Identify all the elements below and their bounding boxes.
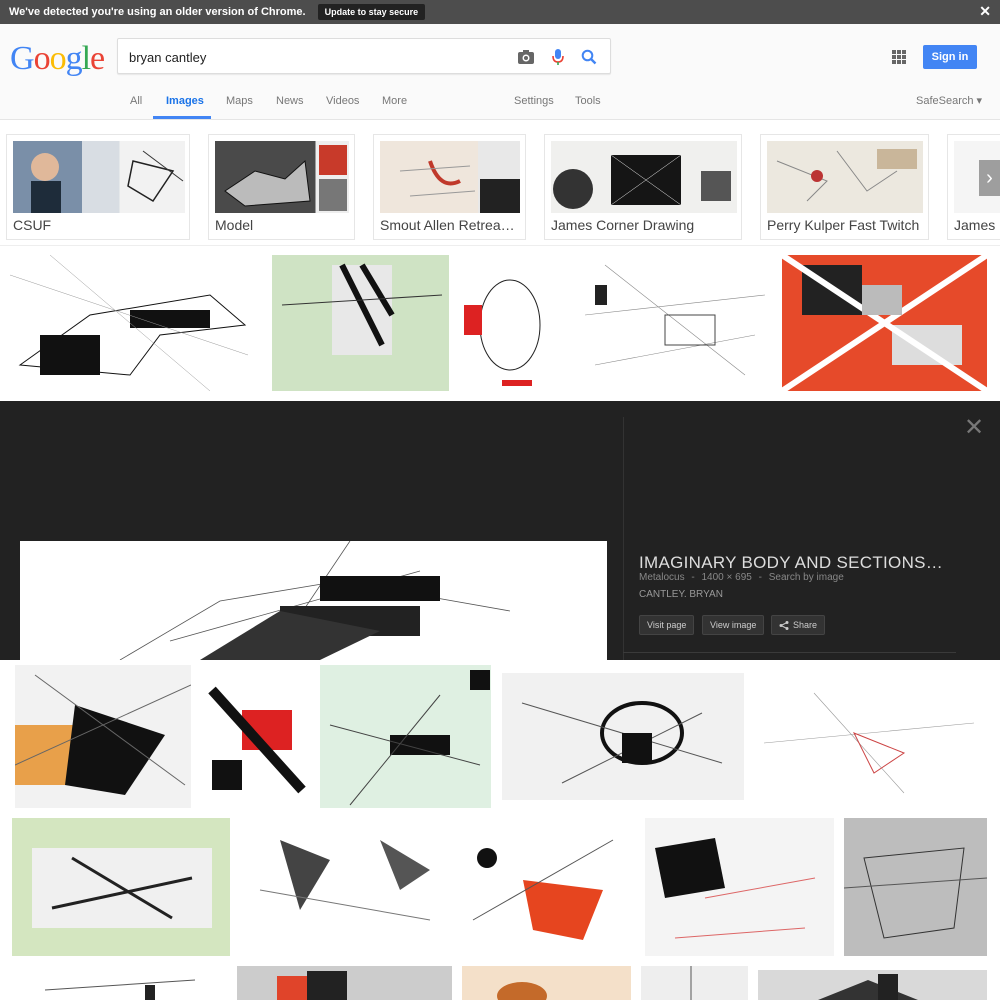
image-result[interactable] bbox=[645, 818, 834, 956]
active-tab-indicator bbox=[153, 116, 211, 119]
preview-dimensions: 1400 × 695 bbox=[701, 572, 752, 583]
logo-letter: G bbox=[10, 40, 35, 77]
microphone-icon[interactable] bbox=[548, 47, 568, 67]
logo-letter: g bbox=[65, 40, 83, 77]
image-preview-panel: ✕ IMAGINARY BODY AND SECTIONS… Metalocus… bbox=[0, 401, 1000, 660]
tab-videos[interactable]: Videos bbox=[326, 95, 359, 107]
close-icon[interactable]: ✕ bbox=[964, 413, 984, 442]
tools-link[interactable]: Tools bbox=[575, 95, 601, 107]
google-logo[interactable]: Google bbox=[10, 40, 105, 78]
related-chip[interactable]: CSUF bbox=[6, 134, 190, 240]
preview-meta: Metalocus - 1400 × 695 - Search by image bbox=[639, 572, 848, 583]
image-result[interactable] bbox=[462, 270, 558, 391]
visit-page-button[interactable]: Visit page bbox=[639, 615, 695, 635]
image-result[interactable] bbox=[462, 966, 631, 1000]
safesearch-dropdown[interactable]: SafeSearch ▾ bbox=[916, 94, 982, 107]
image-result[interactable] bbox=[272, 255, 449, 391]
update-button[interactable]: Update to stay secure bbox=[317, 4, 426, 20]
share-button[interactable]: Share bbox=[771, 615, 826, 635]
share-label: Share bbox=[793, 620, 818, 630]
image-result[interactable] bbox=[12, 818, 230, 956]
image-result[interactable] bbox=[15, 665, 191, 808]
search-icon[interactable] bbox=[579, 47, 599, 67]
image-result[interactable] bbox=[502, 673, 744, 800]
image-result[interactable] bbox=[758, 970, 987, 1000]
tab-maps[interactable]: Maps bbox=[226, 95, 253, 107]
logo-letter: l bbox=[81, 40, 92, 77]
image-result[interactable] bbox=[202, 670, 310, 808]
image-result[interactable] bbox=[782, 255, 987, 391]
related-chip[interactable]: Model bbox=[208, 134, 355, 240]
image-result[interactable] bbox=[250, 820, 440, 953]
tab-images[interactable]: Images bbox=[166, 95, 204, 107]
image-result[interactable] bbox=[15, 970, 220, 1000]
tab-more[interactable]: More bbox=[382, 95, 407, 107]
preview-source[interactable]: Metalocus bbox=[639, 572, 685, 583]
chevron-right-icon[interactable]: › bbox=[979, 160, 1000, 196]
update-banner: We've detected you're using an older ver… bbox=[0, 0, 1000, 24]
logo-letter: e bbox=[90, 40, 105, 77]
related-chip[interactable]: Perry Kulper Fast Twitch bbox=[760, 134, 929, 240]
chip-thumbnail bbox=[215, 141, 349, 213]
related-chip[interactable]: James Corner Drawing bbox=[544, 134, 742, 240]
chip-label: CSUF bbox=[13, 217, 52, 233]
search-by-image-link[interactable]: Search by image bbox=[769, 572, 844, 583]
related-searches-strip: CSUF Model Smout Allen Retrea… James Cor… bbox=[0, 120, 1000, 246]
chip-label: James bbox=[954, 217, 996, 233]
logo-letter: o bbox=[33, 40, 51, 77]
header: Google Sign in All Images Maps News Vide… bbox=[0, 24, 1000, 120]
chip-thumbnail bbox=[551, 141, 737, 213]
image-result[interactable] bbox=[641, 966, 748, 1000]
chip-label: Model bbox=[215, 217, 254, 233]
search-input[interactable] bbox=[129, 47, 509, 67]
logo-letter: o bbox=[49, 40, 67, 77]
chip-thumbnail bbox=[767, 141, 923, 213]
banner-close-icon[interactable]: ✕ bbox=[979, 3, 991, 20]
preview-description: CANTLEY. BRYAN bbox=[639, 589, 723, 600]
image-result[interactable] bbox=[237, 966, 452, 1000]
tab-news[interactable]: News bbox=[276, 95, 304, 107]
related-chip[interactable]: Smout Allen Retrea… bbox=[373, 134, 526, 240]
search-box bbox=[117, 38, 611, 74]
settings-link[interactable]: Settings bbox=[514, 95, 554, 107]
panel-rule bbox=[623, 652, 956, 653]
chip-thumbnail bbox=[380, 141, 520, 213]
preview-image[interactable] bbox=[20, 541, 607, 660]
share-icon bbox=[779, 620, 789, 630]
preview-title[interactable]: IMAGINARY BODY AND SECTIONS… bbox=[639, 553, 943, 573]
camera-icon[interactable] bbox=[516, 47, 536, 67]
meta-separator: - bbox=[691, 572, 695, 583]
image-result[interactable] bbox=[585, 255, 765, 391]
image-result[interactable] bbox=[10, 255, 248, 391]
chip-thumbnail bbox=[13, 141, 185, 213]
meta-separator: - bbox=[758, 572, 762, 583]
banner-message: We've detected you're using an older ver… bbox=[9, 6, 306, 18]
chip-label: Smout Allen Retrea… bbox=[380, 217, 515, 233]
image-result[interactable] bbox=[844, 818, 987, 956]
chip-label: Perry Kulper Fast Twitch bbox=[767, 217, 920, 233]
tab-all[interactable]: All bbox=[130, 95, 142, 107]
chip-label: James Corner Drawing bbox=[551, 217, 695, 233]
image-result[interactable] bbox=[463, 820, 629, 958]
view-image-button[interactable]: View image bbox=[702, 615, 765, 635]
apps-grid-icon[interactable] bbox=[892, 50, 906, 64]
panel-divider bbox=[623, 417, 624, 660]
image-result[interactable] bbox=[320, 665, 491, 808]
sign-in-button[interactable]: Sign in bbox=[923, 45, 977, 69]
image-result[interactable] bbox=[754, 683, 987, 801]
